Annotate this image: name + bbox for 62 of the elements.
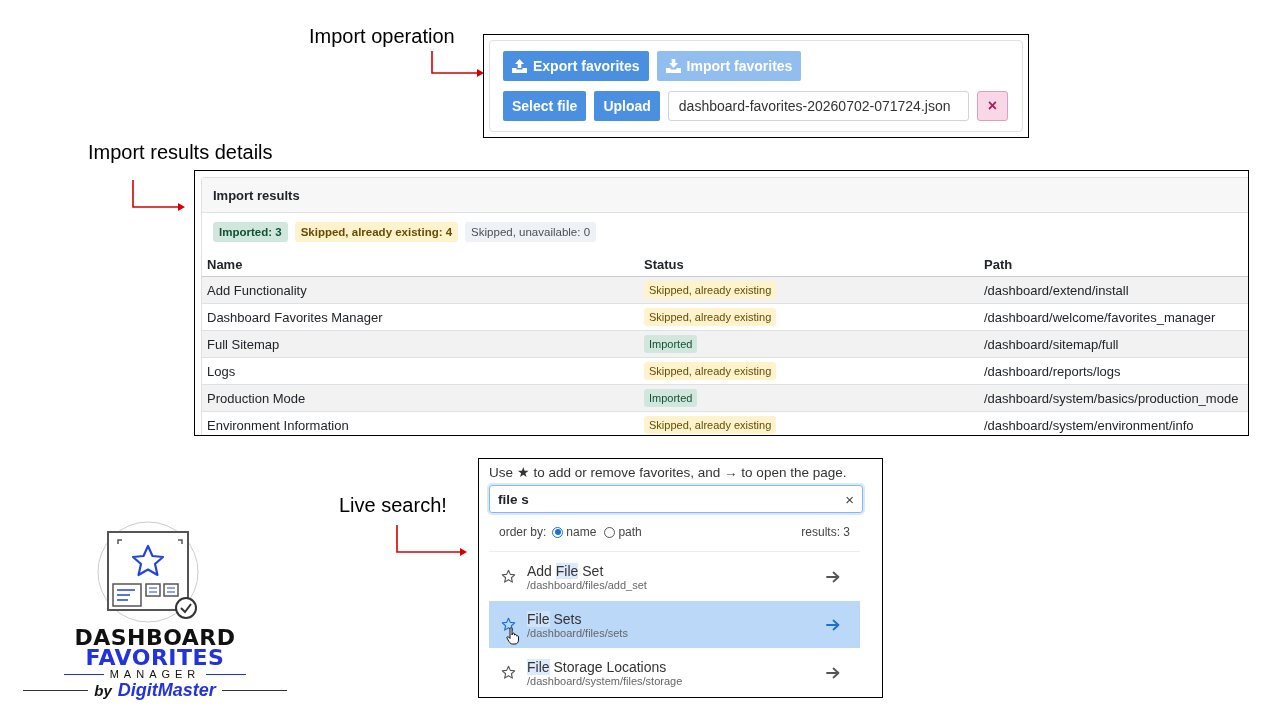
- table-cell: Environment Information: [202, 411, 639, 435]
- column-header: Status: [639, 253, 979, 277]
- star-icon[interactable]: [501, 617, 516, 632]
- logo-subtitle: MANAGER: [109, 668, 201, 680]
- results-count: results: 3: [801, 525, 850, 539]
- status-badge: Skipped, already existing: [644, 308, 777, 326]
- result-title: File Sets: [527, 610, 583, 627]
- upload-icon: [512, 59, 527, 73]
- status-badge: Imported: [644, 335, 698, 353]
- count-badge: Skipped, unavailable: 0: [465, 222, 597, 242]
- logo-brand: DigitMaster: [117, 680, 216, 701]
- result-item[interactable]: Add File Set /dashboard/files/add_set: [489, 553, 860, 600]
- download-icon: [665, 59, 681, 73]
- radio-label[interactable]: path: [618, 525, 642, 539]
- clear-button[interactable]: ×: [845, 490, 854, 508]
- table-cell: /dashboard/sitemap/full: [979, 330, 1248, 358]
- logo-title: DASHBOARD: [74, 628, 236, 648]
- status-badge: Skipped, already existing: [644, 281, 777, 299]
- card-title: Import results: [213, 187, 300, 203]
- pointer-arrow: [132, 180, 186, 210]
- table-cell: Logs: [202, 357, 639, 385]
- column-header: Name: [202, 253, 639, 277]
- table-cell: Production Mode: [202, 384, 639, 412]
- star-icon[interactable]: [501, 569, 516, 584]
- right-arrow-icon[interactable]: [826, 618, 840, 631]
- result-title: File Storage Locations: [527, 658, 668, 675]
- table-cell: /dashboard/welcome/favorites_manager: [979, 303, 1248, 331]
- table-cell: Full Sitemap: [202, 330, 639, 358]
- right-arrow-icon[interactable]: [826, 570, 840, 583]
- count-badge: Skipped, already existing: 4: [294, 222, 459, 242]
- table-cell: /dashboard/system/basics/production_mode: [979, 384, 1248, 412]
- star-icon[interactable]: [501, 665, 516, 680]
- table-cell: Dashboard Favorites Manager: [202, 303, 639, 331]
- result-item[interactable]: File Storage Locations /dashboard/system/files/storage: [489, 649, 860, 696]
- table-cell: Add Functionality: [202, 276, 639, 304]
- file-name-field[interactable]: dashboard-favorites-20260702-071724.json: [667, 91, 969, 121]
- column-header: Path: [979, 253, 1248, 277]
- search-field[interactable]: file s ×: [489, 485, 863, 513]
- pointer-arrow: [396, 525, 468, 557]
- hint-text: Use ★ to add or remove favorites, and → to open the page.: [489, 464, 848, 480]
- result-title: Add File Set: [527, 562, 605, 579]
- table-cell: /dashboard/extend/install: [979, 276, 1248, 304]
- callout-label: Import results details: [88, 141, 273, 164]
- logo-byline: by: [94, 682, 112, 699]
- result-item[interactable]: File Sets /dashboard/files/sets: [489, 601, 860, 648]
- result-path: /dashboard/files/add_set: [527, 578, 648, 591]
- table-cell: /dashboard/reports/logs: [979, 357, 1248, 385]
- right-arrow-icon[interactable]: [826, 666, 840, 679]
- hand-cursor-icon: [506, 627, 520, 645]
- result-path: /dashboard/system/files/storage: [527, 674, 684, 687]
- callout-label: Live search!: [339, 494, 447, 517]
- status-badge: Skipped, already existing: [644, 362, 777, 380]
- count-badge: Imported: 3: [213, 222, 288, 242]
- order-label: order by:: [499, 525, 547, 539]
- status-badge: Skipped, already existing: [644, 416, 777, 434]
- table-cell: /dashboard/system/environment/info: [979, 411, 1248, 435]
- radio-label[interactable]: name: [566, 525, 597, 539]
- status-badge: Imported: [644, 389, 698, 407]
- callout-label: Import operation: [309, 25, 455, 48]
- clear-button[interactable]: ×: [976, 91, 1008, 121]
- result-path: /dashboard/files/sets: [527, 626, 629, 639]
- logo-title: FAVORITES: [85, 648, 225, 668]
